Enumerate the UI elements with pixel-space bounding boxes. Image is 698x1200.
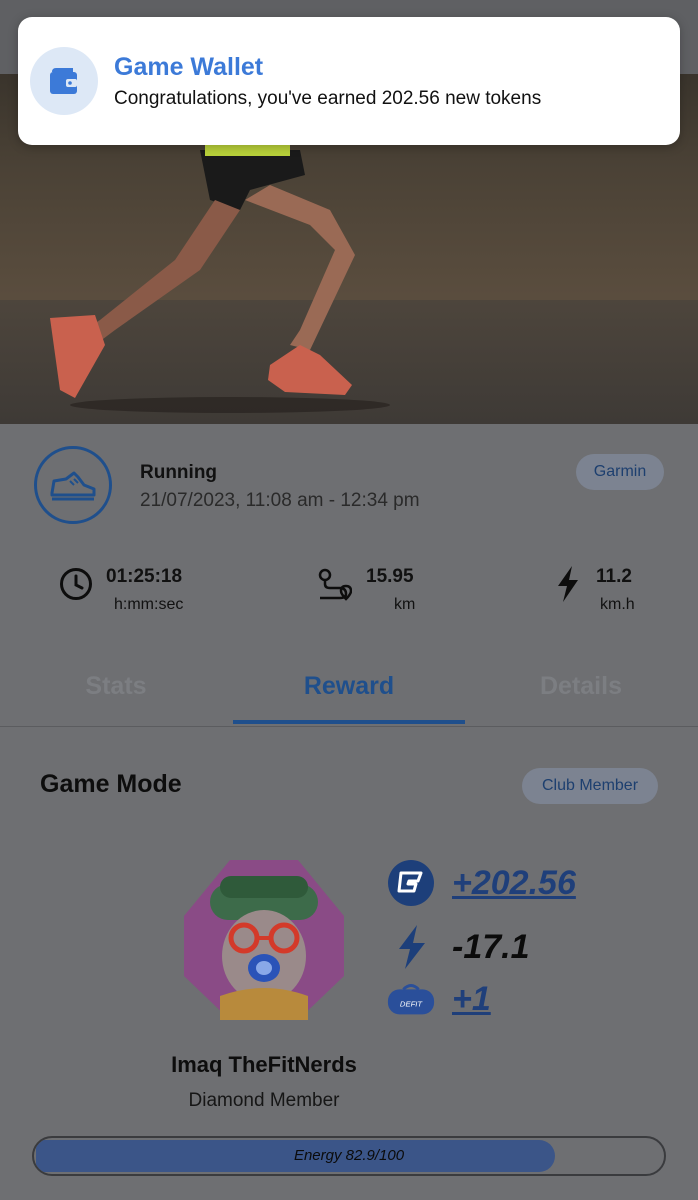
user-tier: Diamond Member [188, 1090, 340, 1111]
metric-distance-unit: km [394, 596, 416, 613]
tab-bar: Stats Reward Details [0, 660, 698, 727]
activity-detail-panel [0, 424, 698, 1200]
tab-stats[interactable]: Stats [0, 672, 232, 701]
source-badge: Garmin [576, 454, 664, 490]
reward-energy: -17.1 [386, 922, 530, 972]
metric-speed-unit: km.h [600, 596, 635, 613]
metric-duration: 01:25:18 h:mm:sec [58, 566, 183, 614]
notification-title: Game Wallet [114, 53, 264, 81]
metric-speed: 11.2 km.h [550, 566, 635, 614]
wallet-icon [30, 47, 98, 115]
metric-duration-value: 01:25:18 [106, 566, 183, 587]
energy-progress-label: Energy 82.9/100 [293, 1147, 405, 1164]
notification-body: Congratulations, you've earned 202.56 ne… [114, 88, 542, 109]
user-name: Imaq TheFitNerds [171, 1052, 357, 1077]
game-mode-title: Game Mode [40, 770, 182, 798]
avatar[interactable] [180, 856, 348, 1024]
activity-time-range: 21/07/2023, 11:08 am - 12:34 pm [140, 490, 420, 511]
reward-energy-value: -17.1 [452, 927, 530, 966]
reward-gear: DEFIT +1 [386, 974, 491, 1024]
activity-title: Running [140, 462, 218, 483]
tab-reward[interactable]: Reward [233, 672, 465, 701]
metric-distance-value: 15.95 [366, 566, 414, 587]
route-icon [316, 566, 352, 602]
energy-progress-bar: Energy 82.9/100 [32, 1136, 666, 1176]
wallet-notification[interactable]: Game Wallet Congratulations, you've earn… [18, 17, 680, 145]
reward-tokens: +202.56 [386, 858, 576, 908]
tab-details[interactable]: Details [465, 672, 697, 701]
metric-speed-value: 11.2 [596, 566, 632, 587]
lightning-icon [550, 566, 586, 602]
metric-distance: 15.95 km [316, 566, 415, 614]
metric-duration-unit: h:mm:sec [114, 596, 184, 613]
clock-icon [58, 566, 94, 602]
gym-bag-icon: DEFIT [386, 974, 436, 1024]
svg-text:DEFIT: DEFIT [400, 1000, 424, 1009]
running-shoe-icon [34, 446, 112, 524]
reward-tokens-value[interactable]: +202.56 [452, 864, 576, 903]
club-member-badge: Club Member [522, 768, 658, 804]
energy-icon [386, 922, 436, 972]
token-icon [386, 858, 436, 908]
active-tab-indicator [233, 720, 465, 724]
reward-gear-value[interactable]: +1 [452, 980, 491, 1019]
